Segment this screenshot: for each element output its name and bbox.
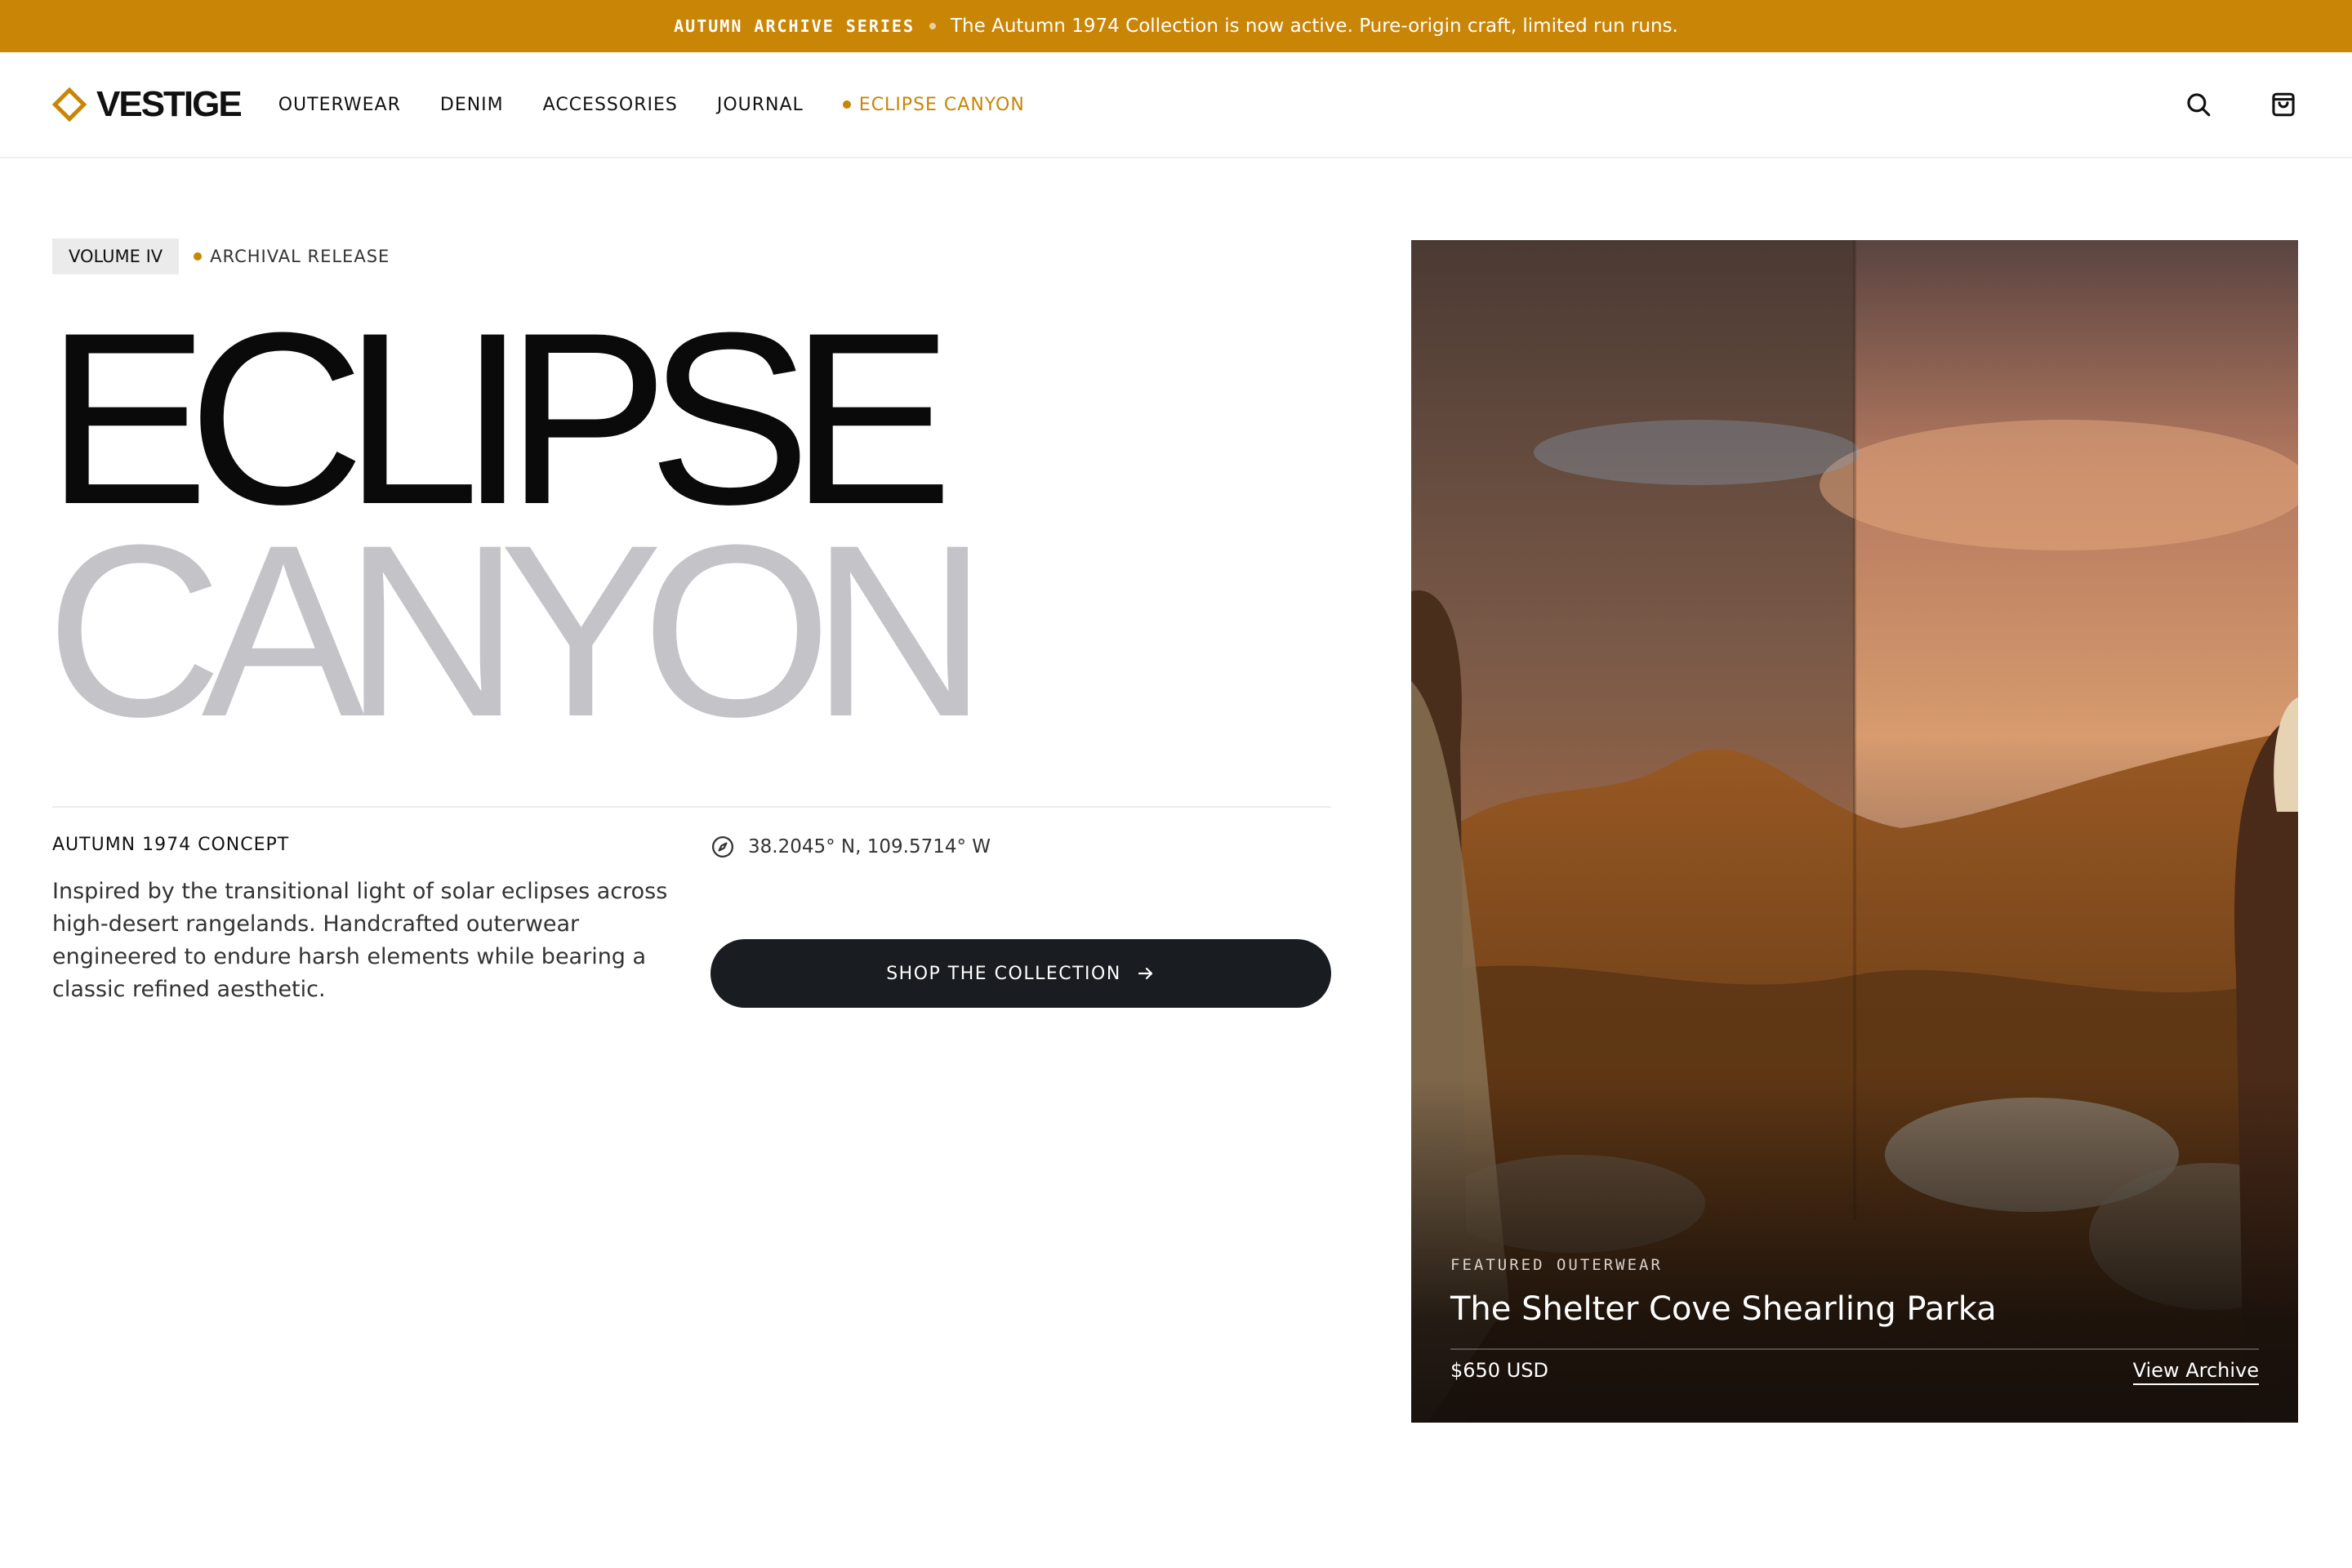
release-tag: ARCHIVAL RELEASE [194,247,390,266]
announcement-series: AUTUMN ARCHIVE SERIES [674,16,915,36]
announcement-separator [929,23,936,29]
main-nav: OUTERWEAR DENIM ACCESSORIES JOURNAL ECLI… [278,95,1025,115]
search-icon [2187,93,2211,117]
site-header: VESTIGE OUTERWEAR DENIM ACCESSORIES JOUR… [0,52,2352,158]
view-archive-link[interactable]: View Archive [2132,1359,2259,1385]
release-dot-icon [194,252,203,261]
nav-item-denim[interactable]: DENIM [440,95,504,115]
feature-title: The Shelter Cove Shearling Parka [1450,1290,1997,1328]
arrow-right-icon [1138,967,1152,980]
volume-tag: VOLUME IV [52,238,180,274]
nav-item-eclipse-canyon-label: ECLIPSE CANYON [858,94,1025,115]
hero-description: Inspired by the transitional light of so… [52,879,668,1002]
feature-label: FEATURED OUTERWEAR [1450,1256,1663,1274]
nav-item-accessories[interactable]: ACCESSORIES [543,95,678,115]
hero-divider [52,806,1331,808]
coordinates: 38.2045° N, 109.5714° W [710,835,991,859]
active-dot-icon [842,100,851,109]
shop-collection-button[interactable]: SHOP THE COLLECTION [710,939,1331,1008]
release-tag-label: ARCHIVAL RELEASE [210,247,390,266]
nav-item-outerwear[interactable]: OUTERWEAR [278,95,401,115]
concept-label: AUTUMN 1974 CONCEPT [52,835,290,855]
compass-icon [712,836,733,858]
diamond-logo-icon [51,87,87,122]
hero-title-line2: CANYON [46,493,987,768]
announcement-message: The Autumn 1974 Collection is now active… [951,16,1678,37]
coordinates-text: 38.2045° N, 109.5714° W [748,836,991,858]
feature-divider [1450,1348,2259,1350]
header-actions [2182,88,2300,121]
nav-item-journal[interactable]: JOURNAL [717,95,804,115]
shop-collection-label: SHOP THE COLLECTION [886,963,1121,984]
search-button[interactable] [2182,88,2215,121]
cart-button[interactable] [2267,88,2300,121]
feature-price: $650 USD [1450,1359,1548,1382]
announcement-bar: AUTUMN ARCHIVE SERIES The Autumn 1974 Co… [0,0,2352,52]
nav-item-eclipse-canyon[interactable]: ECLIPSE CANYON [842,94,1025,115]
logo-text: VESTIGE [96,84,243,124]
hero-tag-row: VOLUME IV ARCHIVAL RELEASE [52,238,390,274]
featured-product-card[interactable]: FEATURED OUTERWEAR The Shelter Cove Shea… [1411,240,2298,1423]
logo[interactable]: VESTIGE [51,84,243,125]
shopping-bag-icon [2272,92,2295,117]
